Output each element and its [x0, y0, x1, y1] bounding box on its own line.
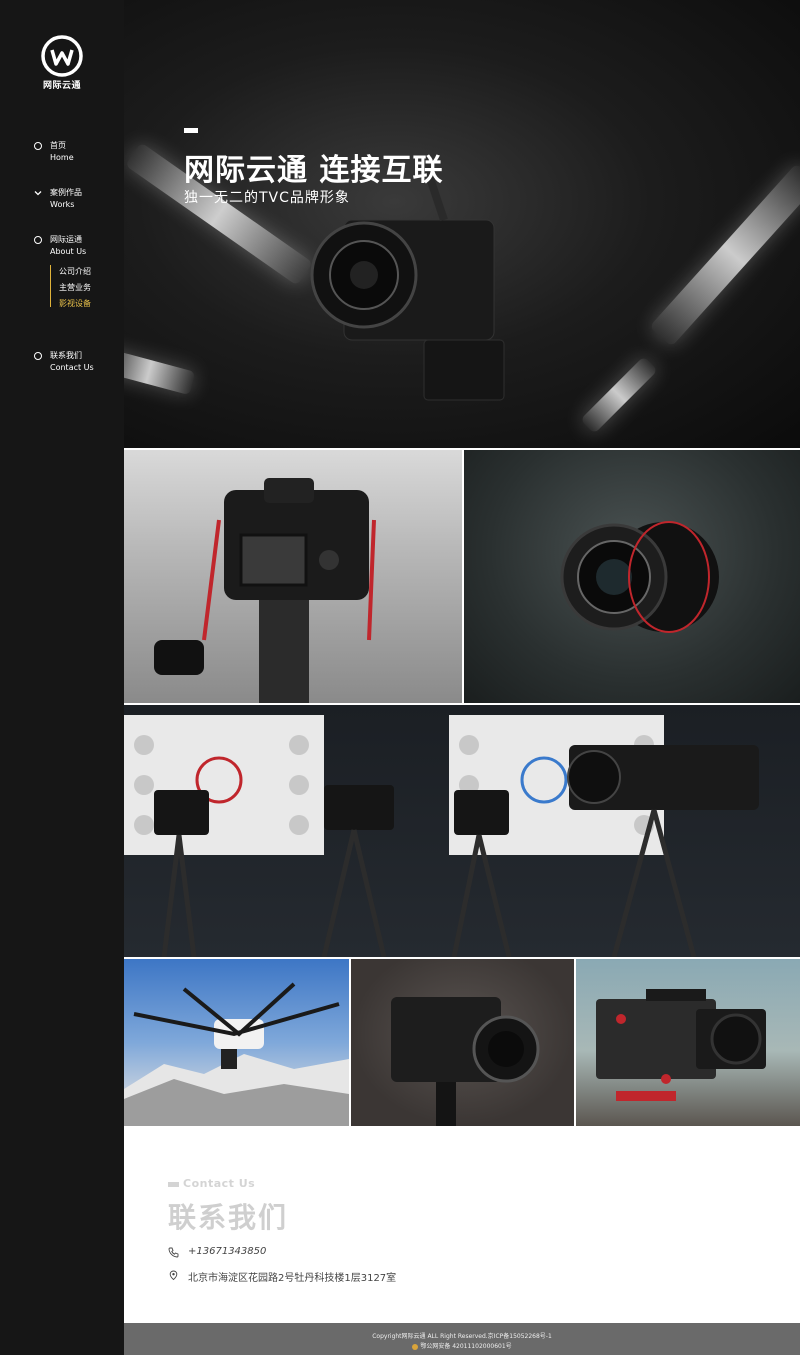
- vintage-camera-photo[interactable]: [351, 959, 574, 1126]
- camera-icon: [154, 478, 376, 703]
- hero-accent-bar: [184, 128, 198, 133]
- nav-label-cn: 首页: [50, 141, 66, 150]
- studio-light: [124, 348, 196, 396]
- nav-label-en: Contact Us: [50, 363, 94, 372]
- circle-icon: [34, 142, 42, 150]
- location-pin-icon: [169, 1270, 178, 1281]
- cinema-rig-photo[interactable]: [576, 959, 800, 1126]
- subnav: 公司介绍 主营业务 影视设备: [50, 265, 110, 309]
- nav-label-en: About Us: [50, 247, 87, 256]
- studio-light: [580, 356, 658, 434]
- nav-label-cn: 联系我们: [50, 351, 82, 360]
- lens-icon: [560, 521, 719, 633]
- chevron-down-icon: [34, 191, 42, 196]
- brand-name: 网际云通: [42, 81, 81, 91]
- logo-icon[interactable]: [40, 34, 84, 78]
- hero-subtitle: 独一无二的TVC品牌形象: [184, 190, 350, 206]
- drone-photo[interactable]: [124, 959, 349, 1126]
- drone-icon: [124, 982, 349, 1126]
- copyright-text: Copyright网际云通 ALL Right Reserved.京ICP备15…: [372, 1333, 552, 1340]
- police-record-text: 鄂公网安备 42011102000601号: [420, 1343, 512, 1350]
- cinema-camera-icon: [596, 989, 766, 1101]
- contact-section: Contact Us 联系我们 +13671343850 北京市海淀区花园路2号…: [124, 1126, 800, 1323]
- hero-title: 网际云通 连接互联: [184, 153, 444, 188]
- camera-lens-photo[interactable]: [464, 450, 800, 703]
- subnav-item-business[interactable]: 主营业务: [59, 282, 91, 293]
- nav-label-en: Works: [50, 200, 75, 209]
- address-text: 北京市海淀区花园路2号牡丹科技楼1层3127室: [188, 1273, 397, 1284]
- contact-title-cn: 联系我们: [168, 1201, 289, 1234]
- camera-icon: [391, 997, 540, 1126]
- nav-label-cn: 网际运通: [50, 235, 82, 244]
- nav-label-en: Home: [50, 153, 74, 162]
- circle-icon: [34, 352, 42, 360]
- subnav-item-company[interactable]: 公司介绍: [59, 266, 91, 277]
- contact-address: 北京市海淀区花园路2号牡丹科技楼1层3127室: [168, 1269, 468, 1284]
- footer: Copyright网际云通 ALL Right Reserved.京ICP备15…: [124, 1323, 800, 1355]
- subnav-item-equipment[interactable]: 影视设备: [59, 298, 91, 309]
- contact-title-en-text: Contact Us: [183, 1177, 256, 1190]
- phone-icon: [168, 1247, 179, 1258]
- studio-light: [649, 163, 800, 347]
- contact-title-en: Contact Us: [168, 1177, 255, 1190]
- police-record[interactable]: 鄂公网安备 42011102000601号: [124, 1341, 800, 1350]
- phone-number: +13671343850: [188, 1246, 267, 1257]
- dslr-camera-photo[interactable]: [124, 450, 462, 703]
- nav-label-cn: 案例作品: [50, 188, 82, 197]
- hero-banner: 网际云通 连接互联 独一无二的TVC品牌形象: [124, 0, 800, 448]
- cinema-cameras-photo[interactable]: [124, 705, 800, 957]
- test-chart-icon: [124, 715, 759, 957]
- police-badge-icon: [412, 1343, 419, 1350]
- sidebar: 网际云通 首页 Home 案例作品 Works 网际运通 About Us 公司…: [0, 0, 124, 1355]
- contact-phone[interactable]: +13671343850: [168, 1246, 368, 1260]
- circle-icon: [34, 236, 42, 244]
